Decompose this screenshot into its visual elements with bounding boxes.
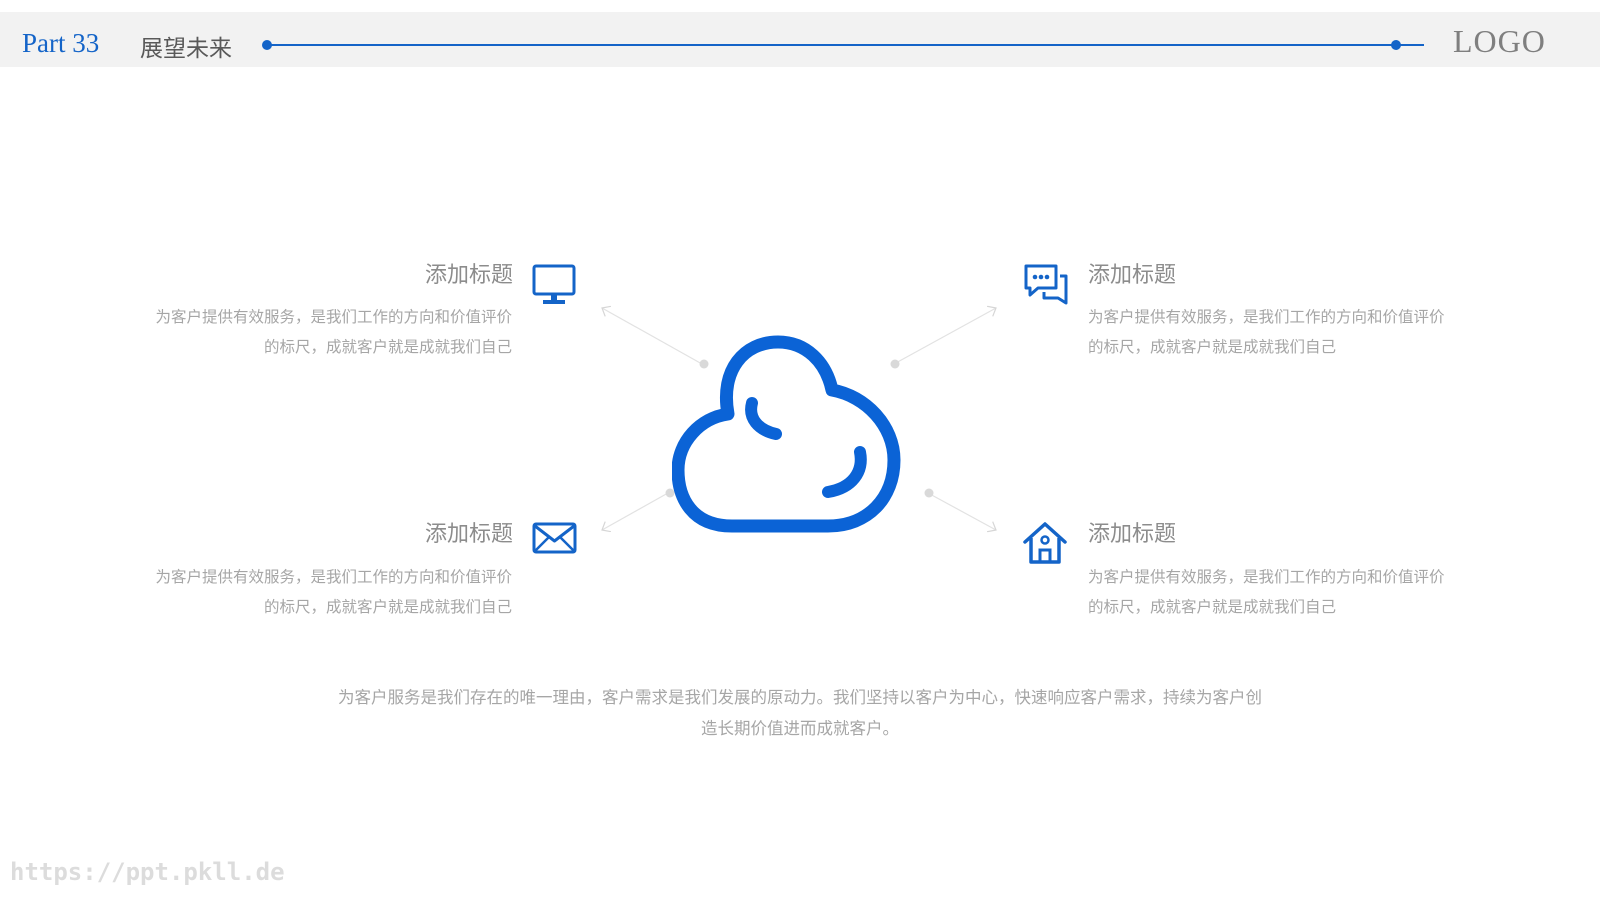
connector-bottom-left [602,492,669,530]
item-text-3: 为客户提供有效服务，是我们工作的方向和价值评价的标尺，成就客户就是成就我们自己 [155,568,512,616]
item-text-4: 为客户提供有效服务，是我们工作的方向和价值评价的标尺，成就客户就是成就我们自己 [1088,568,1445,616]
item-title-1: 添加标题 [424,263,513,288]
item-title-3: 添加标题 [424,522,513,547]
chat-icon [1024,264,1068,305]
item-text-1: 为客户提供有效服务，是我们工作的方向和价值评价的标尺，成就客户就是成就我们自己 [155,308,512,356]
cloud-icon [672,335,901,533]
connector-dot [924,488,934,498]
footer-paragraph: 为客户服务是我们存在的唯一理由，客户需求是我们发展的原动力。我们坚持以客户为中心… [338,688,1262,738]
connector-bottom-right [927,492,996,530]
item-title-4: 添加标题 [1088,522,1177,547]
monitor-icon [532,264,576,304]
mail-icon [532,522,577,554]
item-title-2: 添加标题 [1088,263,1177,288]
item-text-2: 为客户提供有效服务，是我们工作的方向和价值评价的标尺，成就客户就是成就我们自己 [1088,308,1445,356]
home-icon [1023,522,1067,564]
watermark: https://ppt.pkll.de [10,858,285,886]
